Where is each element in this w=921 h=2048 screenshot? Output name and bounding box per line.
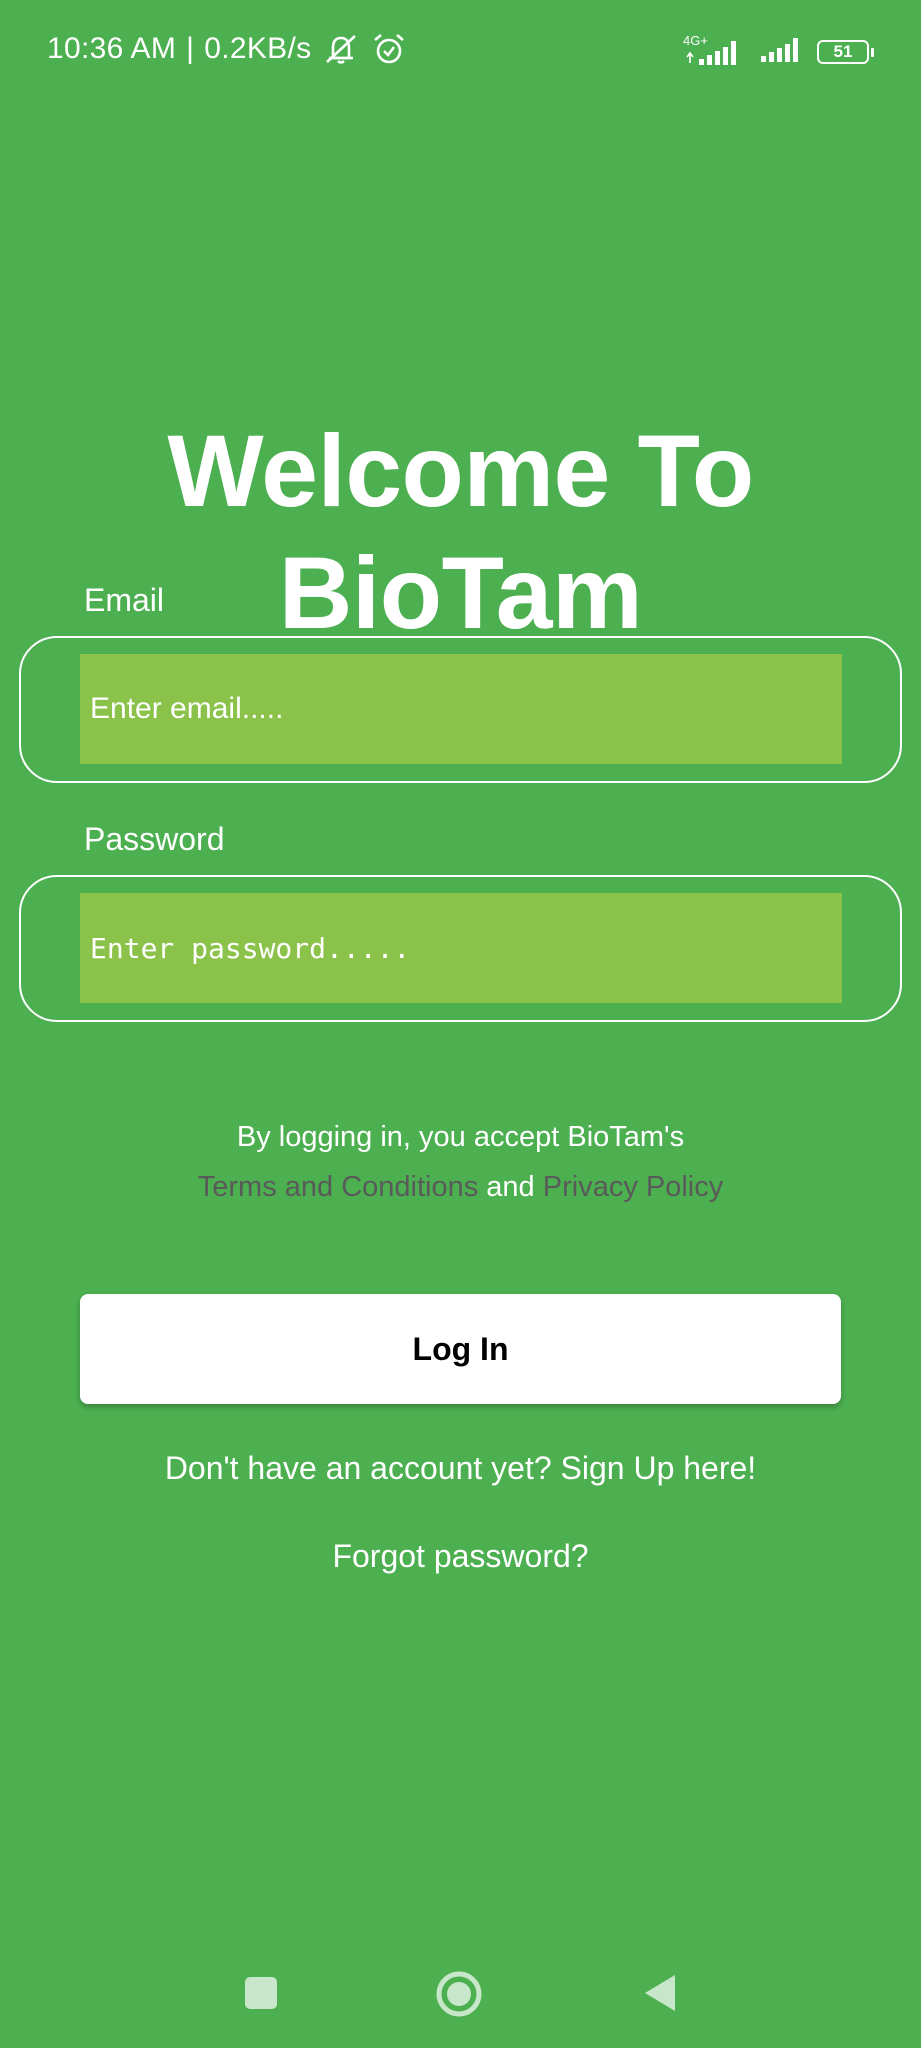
status-left: 10:36 AM | 0.2KB/s	[47, 32, 407, 66]
forgot-password-link[interactable]: Forgot password?	[0, 1538, 921, 1575]
status-bar: 10:36 AM | 0.2KB/s 4G+ 51	[0, 0, 921, 104]
status-right: 4G+ 51	[683, 33, 874, 69]
email-field[interactable]	[80, 654, 842, 764]
status-speed: 0.2KB/s	[204, 32, 312, 65]
status-time: 10:36 AM	[47, 32, 177, 65]
terms-notice: By logging in, you accept BioTam's Terms…	[0, 1112, 921, 1212]
square-icon	[245, 1977, 277, 2009]
back-button[interactable]	[638, 1972, 680, 2014]
recents-button[interactable]	[240, 1972, 282, 2014]
battery-level: 51	[833, 41, 853, 61]
battery-icon: 51	[817, 39, 874, 64]
terms-and-text: and	[486, 1171, 535, 1203]
terms-line1: By logging in, you accept BioTam's	[236, 1121, 685, 1153]
circle-icon	[436, 1971, 482, 2017]
alarm-icon	[371, 32, 407, 66]
signal-4g-icon: 4G+	[683, 33, 745, 67]
login-button[interactable]: Log In	[80, 1294, 841, 1404]
navigation-bar	[0, 1940, 921, 2048]
signal-icon	[759, 34, 803, 69]
privacy-policy-link[interactable]: Privacy Policy	[543, 1171, 724, 1203]
network-type: 4G+	[683, 32, 708, 48]
terms-line2: Terms and Conditions and Privacy Policy	[0, 1162, 921, 1212]
password-field[interactable]	[80, 893, 842, 1003]
bell-off-icon	[321, 32, 361, 66]
triangle-back-icon	[645, 1975, 675, 2011]
status-separator: |	[186, 32, 195, 65]
home-button[interactable]	[434, 1969, 484, 2019]
terms-and-conditions-link[interactable]: Terms and Conditions	[198, 1171, 478, 1203]
password-label: Password	[84, 821, 225, 857]
email-label: Email	[84, 582, 165, 618]
signup-link[interactable]: Don't have an account yet? Sign Up here!	[0, 1450, 921, 1487]
